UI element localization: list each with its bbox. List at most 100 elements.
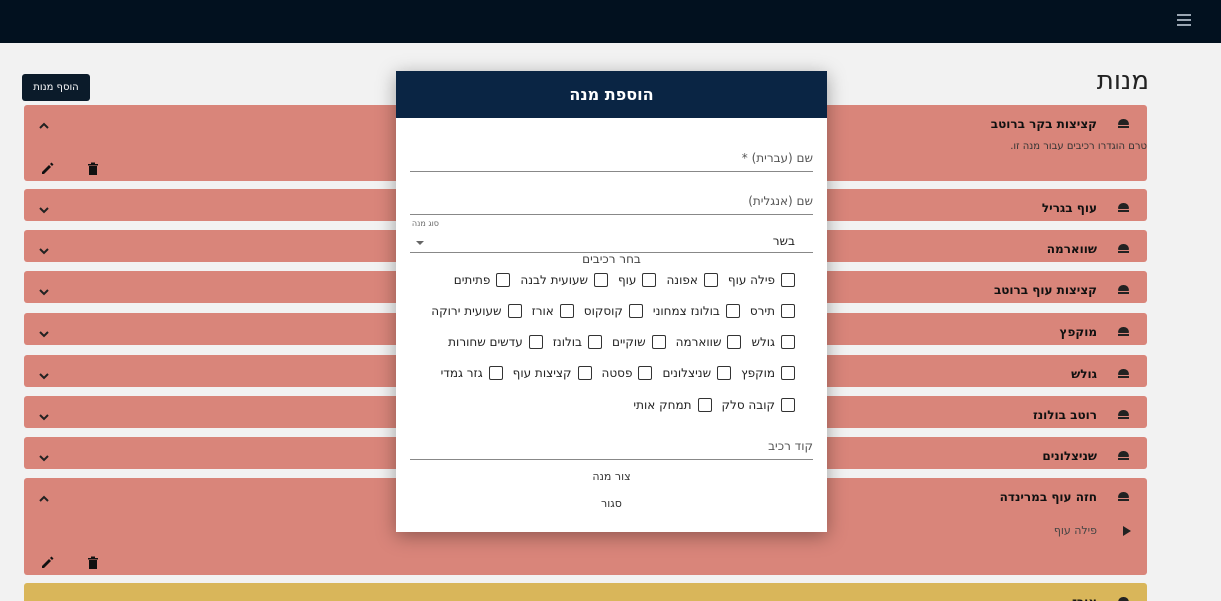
checkbox-box[interactable]: [727, 335, 742, 349]
ingredient-checkbox-label: שניצלונים: [662, 366, 712, 380]
dish-row[interactable]: אורז: [24, 583, 1147, 601]
ingredient-checkbox[interactable]: שניצלונים: [662, 366, 732, 380]
chevron-down-icon[interactable]: [38, 449, 50, 462]
page-title: מנות: [1096, 66, 1149, 96]
ingredient-checkbox[interactable]: בולונז: [553, 335, 602, 349]
name-english-label: שם (אנגלית): [748, 194, 813, 208]
chevron-down-icon[interactable]: [38, 595, 50, 601]
edit-icon[interactable]: [40, 555, 54, 569]
checkbox-box[interactable]: [651, 335, 666, 349]
ingredient-checkbox[interactable]: קוסקוס: [584, 304, 643, 318]
name-english-field[interactable]: שם (אנגלית): [410, 190, 813, 215]
ingredient-item: פילה עוף: [1053, 524, 1097, 537]
dish-name: שניצלונים: [1042, 449, 1097, 463]
ingredient-checkbox[interactable]: בולונז צמחוני: [653, 304, 740, 318]
checkbox-box[interactable]: [488, 366, 503, 380]
checkbox-box[interactable]: [593, 273, 608, 287]
ingredient-checkbox-label: בולונז: [552, 335, 582, 349]
ingredient-checkbox[interactable]: מוקפץ: [741, 366, 795, 380]
ingredient-checkbox[interactable]: תמחק אותי: [633, 398, 712, 412]
ingredient-checkbox[interactable]: פסטה: [602, 366, 653, 380]
add-dish-dialog: הוספת מנה שם (עברית) * שם (אנגלית) סוג מ…: [396, 71, 827, 532]
dish-icon: [1118, 369, 1129, 378]
checkbox-box[interactable]: [496, 273, 511, 287]
ingredient-checkbox[interactable]: אפונה: [666, 273, 718, 287]
trash-icon[interactable]: [86, 161, 100, 175]
chevron-down-icon[interactable]: [38, 242, 50, 255]
ingredient-checkbox[interactable]: תירס: [750, 304, 795, 318]
ingredient-checkbox[interactable]: קובה סלק: [722, 398, 795, 412]
ingredient-checkbox[interactable]: אורז: [532, 304, 574, 318]
checkbox-box[interactable]: [638, 366, 653, 380]
dialog-title: הוספת מנה: [396, 71, 827, 118]
edit-icon[interactable]: [40, 161, 54, 175]
chevron-down-icon[interactable]: [38, 408, 50, 421]
ingredient-checkbox-label: קציצות עוף: [512, 366, 572, 380]
dish-icon: [1118, 597, 1129, 601]
checkbox-box[interactable]: [642, 273, 657, 287]
chevron-down-icon[interactable]: [38, 201, 50, 214]
ingredient-checkbox[interactable]: פתיתים: [454, 273, 511, 287]
dish-icon: [1118, 119, 1129, 128]
dish-name: מוקפץ: [1059, 325, 1097, 339]
ingredient-checkbox[interactable]: עוף: [618, 273, 657, 287]
checkbox-box[interactable]: [781, 335, 795, 349]
ingredient-checkbox-label: תירס: [749, 304, 775, 318]
ingredient-checkbox-label: פסטה: [601, 366, 633, 380]
checkbox-box[interactable]: [703, 273, 718, 287]
dish-icon: [1118, 244, 1129, 253]
play-icon[interactable]: [1123, 526, 1131, 536]
dish-icon: [1118, 203, 1129, 212]
close-button[interactable]: סגור: [396, 497, 827, 510]
ingredients-row: גולש שווארמה שוקיים בולונז עדשים שחורות: [438, 335, 795, 349]
ingredient-checkbox-label: מוקפץ: [741, 366, 775, 380]
chevron-down-icon[interactable]: [38, 325, 50, 338]
ingredient-checkbox[interactable]: עדשים שחורות: [448, 335, 543, 349]
ingredient-checkbox-label: גזר גמדי: [440, 366, 483, 380]
ingredient-checkbox-label: אפונה: [666, 273, 698, 287]
checkbox-box[interactable]: [588, 335, 602, 349]
ingredient-checkbox[interactable]: שעועית ירוקה: [431, 304, 522, 318]
ingredient-checkbox[interactable]: שוקיים: [612, 335, 666, 349]
checkbox-box[interactable]: [725, 304, 740, 318]
dish-name: קציצות בקר ברוטב: [990, 117, 1097, 131]
dish-type-select[interactable]: [410, 229, 813, 253]
checkbox-box[interactable]: [628, 304, 643, 318]
chevron-down-icon[interactable]: [416, 241, 424, 245]
checkbox-box[interactable]: [559, 304, 574, 318]
ingredients-row: פילה עוף אפונה עוף שעועית לבנה פתיתים: [444, 273, 795, 287]
chevron-down-icon[interactable]: [38, 283, 50, 296]
dish-type-value: בשר: [772, 234, 795, 248]
dish-name: עוף בגריל: [1041, 201, 1097, 215]
chevron-up-icon[interactable]: [38, 490, 50, 502]
ingredient-checkbox[interactable]: שווארמה: [676, 335, 742, 349]
ingredient-checkbox-label: פתיתים: [453, 273, 491, 287]
checkbox-box[interactable]: [781, 273, 795, 287]
checkbox-box[interactable]: [781, 304, 795, 318]
chevron-down-icon[interactable]: [38, 367, 50, 380]
checkbox-box[interactable]: [507, 304, 522, 318]
ingredient-checkbox[interactable]: גזר גמדי: [441, 366, 503, 380]
checkbox-box[interactable]: [697, 398, 712, 412]
ingredient-code-field[interactable]: קוד רכיב: [410, 435, 813, 460]
ingredient-checkbox[interactable]: פילה עוף: [728, 273, 795, 287]
ingredient-checkbox-label: שווארמה: [675, 335, 722, 349]
checkbox-box[interactable]: [528, 335, 543, 349]
trash-icon[interactable]: [86, 555, 100, 569]
name-hebrew-label: שם (עברית) *: [741, 151, 813, 165]
menu-icon[interactable]: [1177, 14, 1191, 26]
create-dish-button[interactable]: צור מנה: [396, 470, 827, 483]
ingredient-checkbox[interactable]: שעועית לבנה: [520, 273, 608, 287]
ingredient-checkbox[interactable]: קציצות עוף: [513, 366, 592, 380]
chevron-up-icon[interactable]: [38, 117, 50, 129]
checkbox-box[interactable]: [781, 366, 795, 380]
ingredient-checkbox[interactable]: גולש: [751, 335, 795, 349]
name-hebrew-field[interactable]: שם (עברית) *: [410, 147, 813, 172]
dish-type-label: סוג מנה: [411, 219, 439, 228]
dish-description: טרם הוגדרו רכיבים עבור מנה זו.: [1010, 141, 1147, 152]
checkbox-box[interactable]: [781, 398, 795, 412]
ingredients-label: בחר רכיבים: [582, 252, 641, 266]
checkbox-box[interactable]: [717, 366, 732, 380]
checkbox-box[interactable]: [577, 366, 592, 380]
add-dish-button[interactable]: הוסף מנות: [22, 74, 90, 101]
